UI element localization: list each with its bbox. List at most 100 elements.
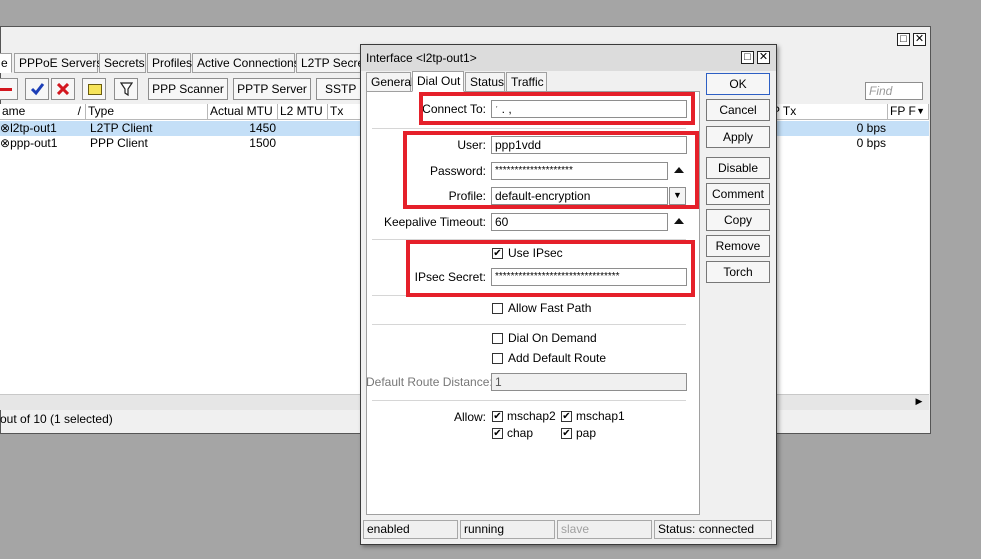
highlight-ipsec [406,240,695,297]
col-name[interactable]: ame / [0,104,86,120]
col-type[interactable]: Type [86,104,208,120]
row-type: PPP Client [90,136,148,150]
close-icon[interactable]: ✕ [757,51,770,64]
highlight-connect-to [419,92,695,125]
filter-icon [120,82,133,97]
add-default-route-checkbox[interactable] [492,353,503,364]
dial-on-demand-checkbox[interactable] [492,333,503,344]
x-icon [57,83,69,95]
button-label: Comment [711,187,764,201]
col-label: L2 MTU [280,104,323,118]
disable-button[interactable] [51,78,75,100]
highlight-credentials [403,131,699,209]
row-name-text: ppp-out1 [10,136,58,150]
button-label: Apply [722,130,754,144]
table-status: out of 10 (1 selected) [0,412,113,426]
status-enabled: enabled [363,520,458,539]
chap-label: chap [507,426,534,440]
tab-label: Status [470,75,505,89]
remove-button[interactable] [0,78,18,100]
pap-label: pap [576,426,597,440]
keepalive-input[interactable]: 60 [491,213,668,231]
mschap2-label: mschap2 [507,409,556,423]
tab-status[interactable]: Status [465,72,505,92]
col-fp[interactable]: FP F ▼ [888,104,929,120]
tab-active-connections[interactable]: Active Connections [192,53,300,73]
tab-profiles[interactable]: Profiles [147,53,193,73]
tab-interface[interactable]: e [0,53,12,73]
tab-pppoe-servers[interactable]: PPPoE Servers [14,53,102,73]
chap-checkbox[interactable]: ✔ [492,428,503,439]
sort-icon: / [77,104,81,118]
keepalive-label: Keepalive Timeout: [383,215,486,229]
collapse-up-icon[interactable] [674,218,684,224]
filter-button[interactable] [114,78,138,100]
row-name: ⊗ppp-out1 [0,136,58,150]
ppp-scanner-button[interactable]: PPP Scanner [148,78,228,100]
tab-secrets[interactable]: Secrets [99,53,146,73]
col-label: Tx [330,104,344,118]
torch-button[interactable]: Torch [706,261,770,283]
find-input[interactable]: Find [865,82,923,100]
row-rate: 0 bps [856,121,886,135]
add-default-route-label: Add Default Route [508,351,607,365]
tab-label: General [371,75,414,89]
mschap1-checkbox[interactable]: ✔ [561,411,572,422]
tab-label: Traffic [511,75,544,89]
minus-icon [0,88,12,91]
button-label: Torch [723,265,753,279]
button-label: PPP Scanner [152,82,224,96]
default-route-distance-label: Default Route Distance: [366,375,493,389]
row-rate: 0 bps [856,136,886,150]
note-icon [88,84,102,95]
col-l2-mtu[interactable]: L2 MTU [278,104,328,120]
status-connection: Status: connected [654,520,772,539]
comment-button[interactable]: Comment [706,183,770,205]
button-label: Copy [723,213,752,227]
row-name: ⊗l2tp-out1 [0,121,57,135]
tab-traffic[interactable]: Traffic [506,72,547,92]
sstp-server-button[interactable]: SSTP S [316,78,366,100]
row-mtu: 1450 [249,121,276,135]
maximize-icon[interactable]: □ [897,33,910,46]
enable-button[interactable] [25,78,49,100]
checkmark-icon [30,83,45,96]
row-name-text: l2tp-out1 [10,121,57,135]
tab-label: Profiles [152,56,193,70]
cancel-button[interactable]: Cancel [706,99,770,121]
maximize-icon[interactable]: □ [741,51,754,64]
pptp-server-button[interactable]: PPTP Server [233,78,311,100]
scroll-right-icon[interactable]: ▶ [911,395,927,408]
status-running: running [460,520,555,539]
apply-button[interactable]: Apply [706,126,770,148]
col-tx[interactable]: Tx [328,104,362,120]
copy-button[interactable]: Copy [706,209,770,231]
comment-button[interactable] [82,78,106,100]
col-label: ame [2,104,26,118]
tab-general[interactable]: General [366,72,414,92]
default-route-distance-input[interactable]: 1 [491,373,687,391]
remove-button[interactable]: Remove [706,235,770,257]
ok-button[interactable]: OK [706,73,770,95]
col-label: Actual MTU [210,104,273,118]
col-actual-mtu[interactable]: Actual MTU [208,104,278,120]
allow-label: Allow: [453,410,486,424]
col-p-tx[interactable]: P Tx [770,104,888,120]
tab-label: Active Connections [197,56,300,70]
button-label: Cancel [719,103,757,117]
tab-dial-out[interactable]: Dial Out [412,71,464,92]
tab-label: Secrets [104,56,145,70]
row-type: L2TP Client [90,121,153,135]
status-slave: slave [557,520,652,539]
dial-on-demand-label: Dial On Demand [508,331,597,345]
button-label: OK [729,77,747,91]
mschap2-checkbox[interactable]: ✔ [492,411,503,422]
dialog-title: Interface <l2tp-out1> [366,51,477,65]
tab-label: L2TP Secrets [301,56,361,70]
close-icon[interactable]: ✕ [913,33,926,46]
pap-checkbox[interactable]: ✔ [561,428,572,439]
disable-button[interactable]: Disable [706,157,770,179]
tab-l2tp-secrets[interactable]: L2TP Secrets [296,53,362,73]
allow-fast-path-checkbox[interactable] [492,303,503,314]
chevron-down-icon: ▼ [916,106,925,116]
